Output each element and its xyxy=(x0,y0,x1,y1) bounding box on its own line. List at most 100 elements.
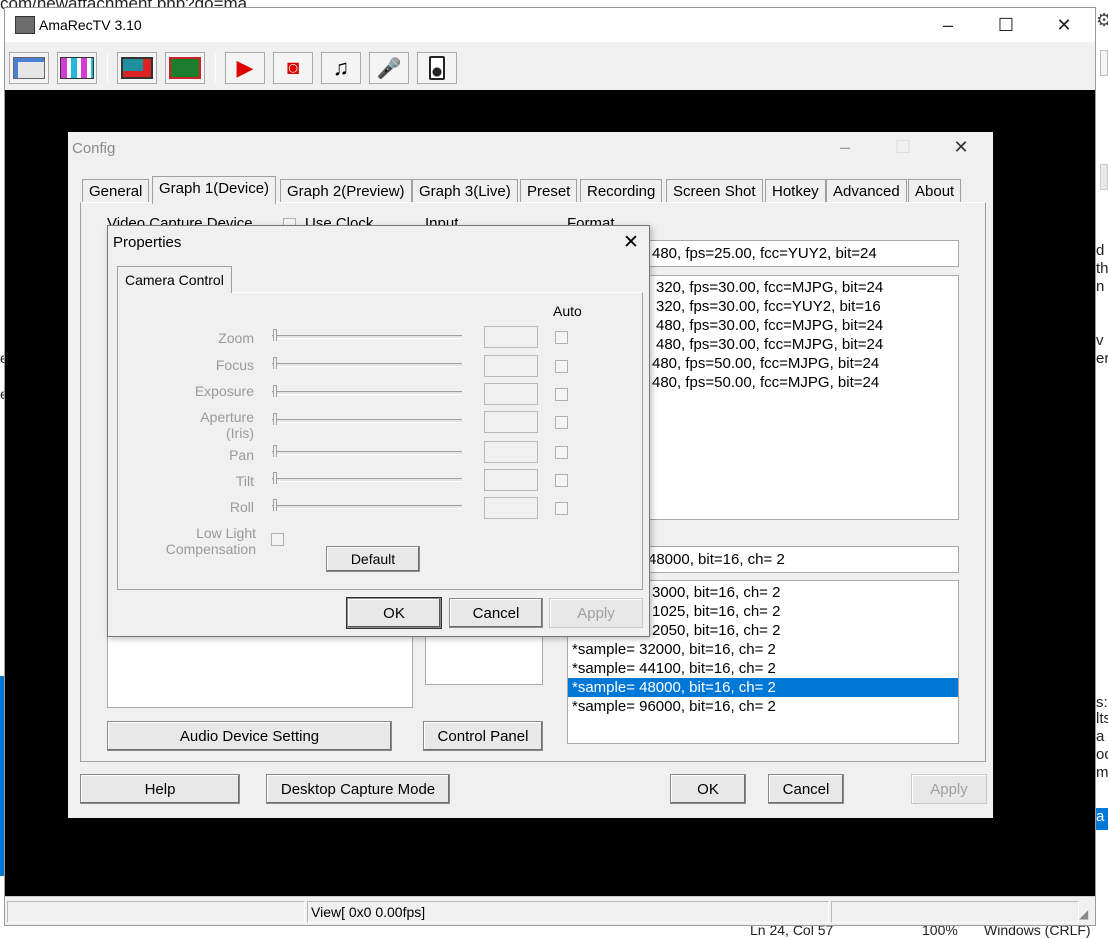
tab-about[interactable]: About xyxy=(908,179,962,203)
list-item[interactable]: 320, fps=30.00, fcc=MJPG, bit=24 xyxy=(652,278,958,297)
config-apply-button[interactable]: Apply xyxy=(911,774,987,804)
list-item[interactable]: *sample= 44100, bit=16, ch= 2 xyxy=(568,659,958,678)
background-text-fragment: er xyxy=(1096,350,1108,367)
config-ok-button[interactable]: OK xyxy=(670,774,746,804)
zoom-label: Zoom xyxy=(218,330,254,346)
roll-slider-thumb[interactable] xyxy=(273,499,277,511)
low-light-compensation-label: Low Light Compensation xyxy=(165,525,256,557)
tab-recording[interactable]: Recording xyxy=(580,179,663,203)
capture-card-icon[interactable] xyxy=(165,52,205,84)
focus-label: Focus xyxy=(215,357,254,373)
tab-hotkey[interactable]: Hotkey xyxy=(765,179,826,203)
list-item[interactable]: *sample= 32000, bit=16, ch= 2 xyxy=(568,640,958,659)
tab-screen-shot[interactable]: Screen Shot xyxy=(666,179,763,203)
roll-value[interactable] xyxy=(484,497,538,519)
tab-camera-control[interactable]: Camera Control xyxy=(117,266,232,293)
background-scroll-button xyxy=(1100,50,1108,76)
background-text-fragment: lts xyxy=(1096,710,1108,727)
aperture-auto-checkbox[interactable] xyxy=(555,416,568,429)
focus-slider[interactable] xyxy=(272,363,462,367)
music-note-icon[interactable]: ♫ xyxy=(321,52,361,84)
graph-layout-icon[interactable] xyxy=(57,52,97,84)
audio-device-setting-button[interactable]: Audio Device Setting xyxy=(107,721,392,751)
window-title: AmaRecTV 3.10 xyxy=(39,17,142,33)
tab-general[interactable]: General xyxy=(82,179,150,203)
background-text-fragment: ma xyxy=(1096,764,1108,781)
tab-graph2-preview[interactable]: Graph 2(Preview) xyxy=(280,179,412,203)
list-item[interactable]: 480, fps=50.00, fcc=MJPG, bit=24 xyxy=(648,373,958,392)
zoom-value[interactable] xyxy=(484,326,538,348)
properties-ok-button[interactable]: OK xyxy=(347,598,441,628)
exposure-value[interactable] xyxy=(484,383,538,405)
roll-auto-checkbox[interactable] xyxy=(555,502,568,515)
roll-label: Roll xyxy=(229,499,254,515)
pan-auto-checkbox[interactable] xyxy=(555,446,568,459)
low-light-compensation-checkbox[interactable] xyxy=(271,533,284,546)
status-view-text: View[ 0x0 0.00fps] xyxy=(307,901,829,923)
focus-value[interactable] xyxy=(484,355,538,377)
config-panel-icon[interactable] xyxy=(9,52,49,84)
pan-label: Pan xyxy=(229,447,254,463)
config-cancel-button[interactable]: Cancel xyxy=(768,774,844,804)
config-maximize-button[interactable]: ☐ xyxy=(874,132,932,162)
minimize-button[interactable]: – xyxy=(919,8,977,42)
help-button[interactable]: Help xyxy=(80,774,240,804)
tab-graph1-device[interactable]: Graph 1(Device) xyxy=(152,176,277,204)
close-button[interactable]: ✕ xyxy=(1035,8,1093,42)
aperture-slider[interactable] xyxy=(272,419,462,423)
desktop-capture-mode-button[interactable]: Desktop Capture Mode xyxy=(266,774,450,804)
tilt-slider[interactable] xyxy=(272,478,462,482)
toolbar-separator xyxy=(107,54,108,82)
aperture-value[interactable] xyxy=(484,411,538,433)
toolbar-separator xyxy=(215,54,216,82)
camera-icon[interactable]: ◙ xyxy=(273,52,313,84)
toolbar: ▶ ◙ ♫ 🎤 xyxy=(5,42,1095,90)
zoom-auto-checkbox[interactable] xyxy=(555,331,568,344)
pan-value[interactable] xyxy=(484,441,538,463)
properties-cancel-button[interactable]: Cancel xyxy=(449,598,543,628)
focus-slider-thumb[interactable] xyxy=(273,357,277,369)
list-item[interactable]: 480, fps=50.00, fcc=MJPG, bit=24 xyxy=(648,354,958,373)
config-close-button[interactable]: ✕ xyxy=(932,132,990,162)
background-text-fragment: s: xyxy=(1096,694,1108,711)
pan-slider[interactable] xyxy=(272,451,462,455)
default-button[interactable]: Default xyxy=(326,546,420,572)
background-settings-icon: ⚙ xyxy=(1096,10,1108,30)
speaker-icon[interactable] xyxy=(417,52,457,84)
zoom-slider[interactable] xyxy=(272,335,462,339)
tilt-slider-thumb[interactable] xyxy=(273,472,277,484)
properties-close-icon[interactable]: ✕ xyxy=(616,230,646,254)
tab-advanced[interactable]: Advanced xyxy=(826,179,907,203)
list-item[interactable]: 320, fps=30.00, fcc=YUY2, bit=16 xyxy=(652,297,958,316)
tab-graph3-live[interactable]: Graph 3(Live) xyxy=(412,179,518,203)
list-item-selected[interactable]: *sample= 48000, bit=16, ch= 2 xyxy=(568,678,958,697)
tilt-auto-checkbox[interactable] xyxy=(555,474,568,487)
exposure-slider[interactable] xyxy=(272,391,462,395)
exposure-slider-thumb[interactable] xyxy=(273,385,277,397)
title-bar: AmaRecTV 3.10 – ☐ ✕ xyxy=(5,8,1095,42)
zoom-slider-thumb[interactable] xyxy=(273,329,277,341)
exposure-label: Exposure xyxy=(194,383,254,399)
app-icon xyxy=(15,16,35,34)
tilt-value[interactable] xyxy=(484,469,538,491)
maximize-button[interactable]: ☐ xyxy=(977,8,1035,42)
list-item[interactable]: 480, fps=30.00, fcc=MJPG, bit=24 xyxy=(652,335,958,354)
background-text-fragment: v xyxy=(1096,332,1104,349)
config-minimize-button[interactable]: – xyxy=(816,132,874,162)
roll-slider[interactable] xyxy=(272,505,462,509)
properties-apply-button[interactable]: Apply xyxy=(549,598,643,628)
background-text-fragment: a r xyxy=(1096,728,1108,745)
tab-preset[interactable]: Preset xyxy=(520,179,578,203)
pan-slider-thumb[interactable] xyxy=(273,445,277,457)
exposure-auto-checkbox[interactable] xyxy=(555,388,568,401)
list-item[interactable]: 480, fps=30.00, fcc=MJPG, bit=24 xyxy=(652,316,958,335)
focus-auto-checkbox[interactable] xyxy=(555,360,568,373)
resize-grip-icon[interactable]: ◢ xyxy=(1079,907,1088,921)
aperture-slider-thumb[interactable] xyxy=(273,413,277,425)
list-item[interactable]: *sample= 96000, bit=16, ch= 2 xyxy=(568,697,958,716)
status-pane xyxy=(831,901,1079,923)
play-icon[interactable]: ▶ xyxy=(225,52,265,84)
microphone-icon[interactable]: 🎤 xyxy=(369,52,409,84)
monitor-icon[interactable] xyxy=(117,52,157,84)
control-panel-button[interactable]: Control Panel xyxy=(423,721,543,751)
